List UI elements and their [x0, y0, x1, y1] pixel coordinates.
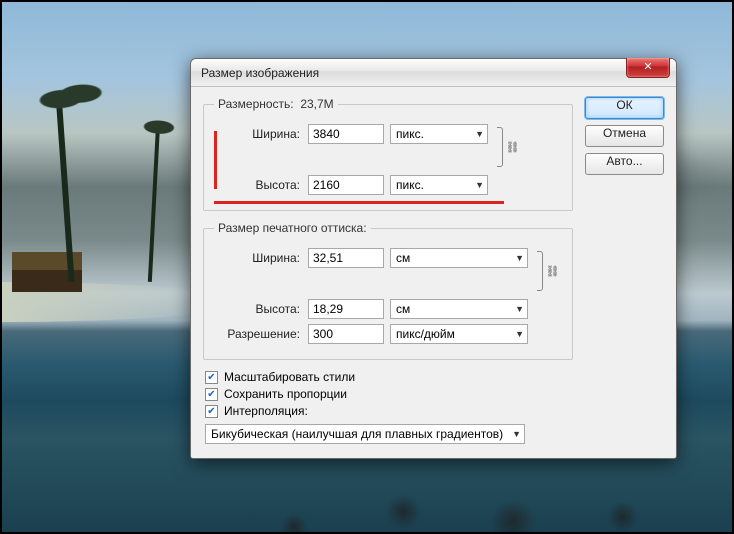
pixel-legend-prefix: Размерность: — [218, 97, 294, 111]
scale-styles-checkbox[interactable]: ✔ — [205, 371, 218, 384]
scale-styles-label: Масштабировать стили — [224, 370, 355, 384]
chevron-down-icon: ▼ — [475, 129, 484, 139]
link-bracket-icon — [497, 127, 503, 167]
doc-height-label: Высота: — [214, 302, 302, 316]
image-size-dialog: Размер изображения ✕ Размерность: 23,7M … — [190, 58, 677, 459]
ok-button[interactable]: ОК — [585, 97, 664, 119]
doc-width-unit-select[interactable]: см ▼ — [390, 248, 528, 268]
resample-checkbox[interactable]: ✔ — [205, 405, 218, 418]
doc-width-input[interactable] — [308, 248, 384, 268]
interpolation-value: Бикубическая (наилучшая для плавных град… — [211, 427, 503, 441]
cancel-button[interactable]: Отмена — [585, 125, 664, 147]
pixel-width-input[interactable] — [308, 124, 384, 144]
pixel-width-unit-value: пикс. — [396, 127, 424, 141]
chain-link-icon[interactable]: ⛓ — [546, 265, 560, 278]
pixel-height-unit-select[interactable]: пикс. ▼ — [390, 175, 488, 195]
link-bracket-icon — [537, 251, 543, 291]
chevron-down-icon: ▼ — [515, 329, 524, 339]
close-button[interactable]: ✕ — [626, 58, 670, 78]
auto-button[interactable]: Авто... — [585, 153, 664, 175]
resolution-input[interactable] — [308, 324, 384, 344]
pixel-dimensions-group: Размерность: 23,7M Ширина: пикс. ▼ ⛓ — [203, 97, 573, 211]
doc-height-unit-select[interactable]: см ▼ — [390, 299, 528, 319]
doc-width-unit-value: см — [396, 251, 410, 265]
resolution-unit-select[interactable]: пикс/дюйм ▼ — [390, 324, 528, 344]
constrain-proportions-checkbox[interactable]: ✔ — [205, 388, 218, 401]
pixel-dimensions-legend: Размерность: 23,7M — [214, 97, 338, 111]
chevron-down-icon: ▼ — [515, 253, 524, 263]
doc-width-label: Ширина: — [214, 251, 302, 265]
close-icon: ✕ — [643, 61, 652, 73]
doc-height-input[interactable] — [308, 299, 384, 319]
chain-link-icon[interactable]: ⛓ — [506, 141, 520, 154]
constrain-proportions-label: Сохранить пропорции — [224, 387, 347, 401]
pixel-height-unit-value: пикс. — [396, 178, 424, 192]
pixel-height-label: Высота: — [214, 178, 302, 192]
document-size-group: Размер печатного оттиска: Ширина: см ▼ ⛓… — [203, 221, 573, 360]
resample-label: Интерполяция: — [224, 404, 308, 418]
annotation-mark — [214, 201, 504, 204]
chevron-down-icon: ▼ — [475, 180, 484, 190]
document-size-legend: Размер печатного оттиска: — [214, 221, 371, 235]
dialog-title: Размер изображения — [201, 66, 319, 80]
titlebar[interactable]: Размер изображения ✕ — [191, 59, 676, 87]
pixel-width-label: Ширина: — [214, 127, 302, 141]
pixel-height-input[interactable] — [308, 175, 384, 195]
doc-height-unit-value: см — [396, 302, 410, 316]
chevron-down-icon: ▼ — [512, 429, 521, 439]
chevron-down-icon: ▼ — [515, 304, 524, 314]
interpolation-select[interactable]: Бикубическая (наилучшая для плавных град… — [205, 424, 525, 444]
pixel-width-unit-select[interactable]: пикс. ▼ — [390, 124, 488, 144]
resolution-label: Разрешение: — [214, 327, 302, 341]
pixel-size-display: 23,7M — [300, 97, 333, 111]
annotation-mark — [214, 131, 217, 189]
resolution-unit-value: пикс/дюйм — [396, 327, 455, 341]
